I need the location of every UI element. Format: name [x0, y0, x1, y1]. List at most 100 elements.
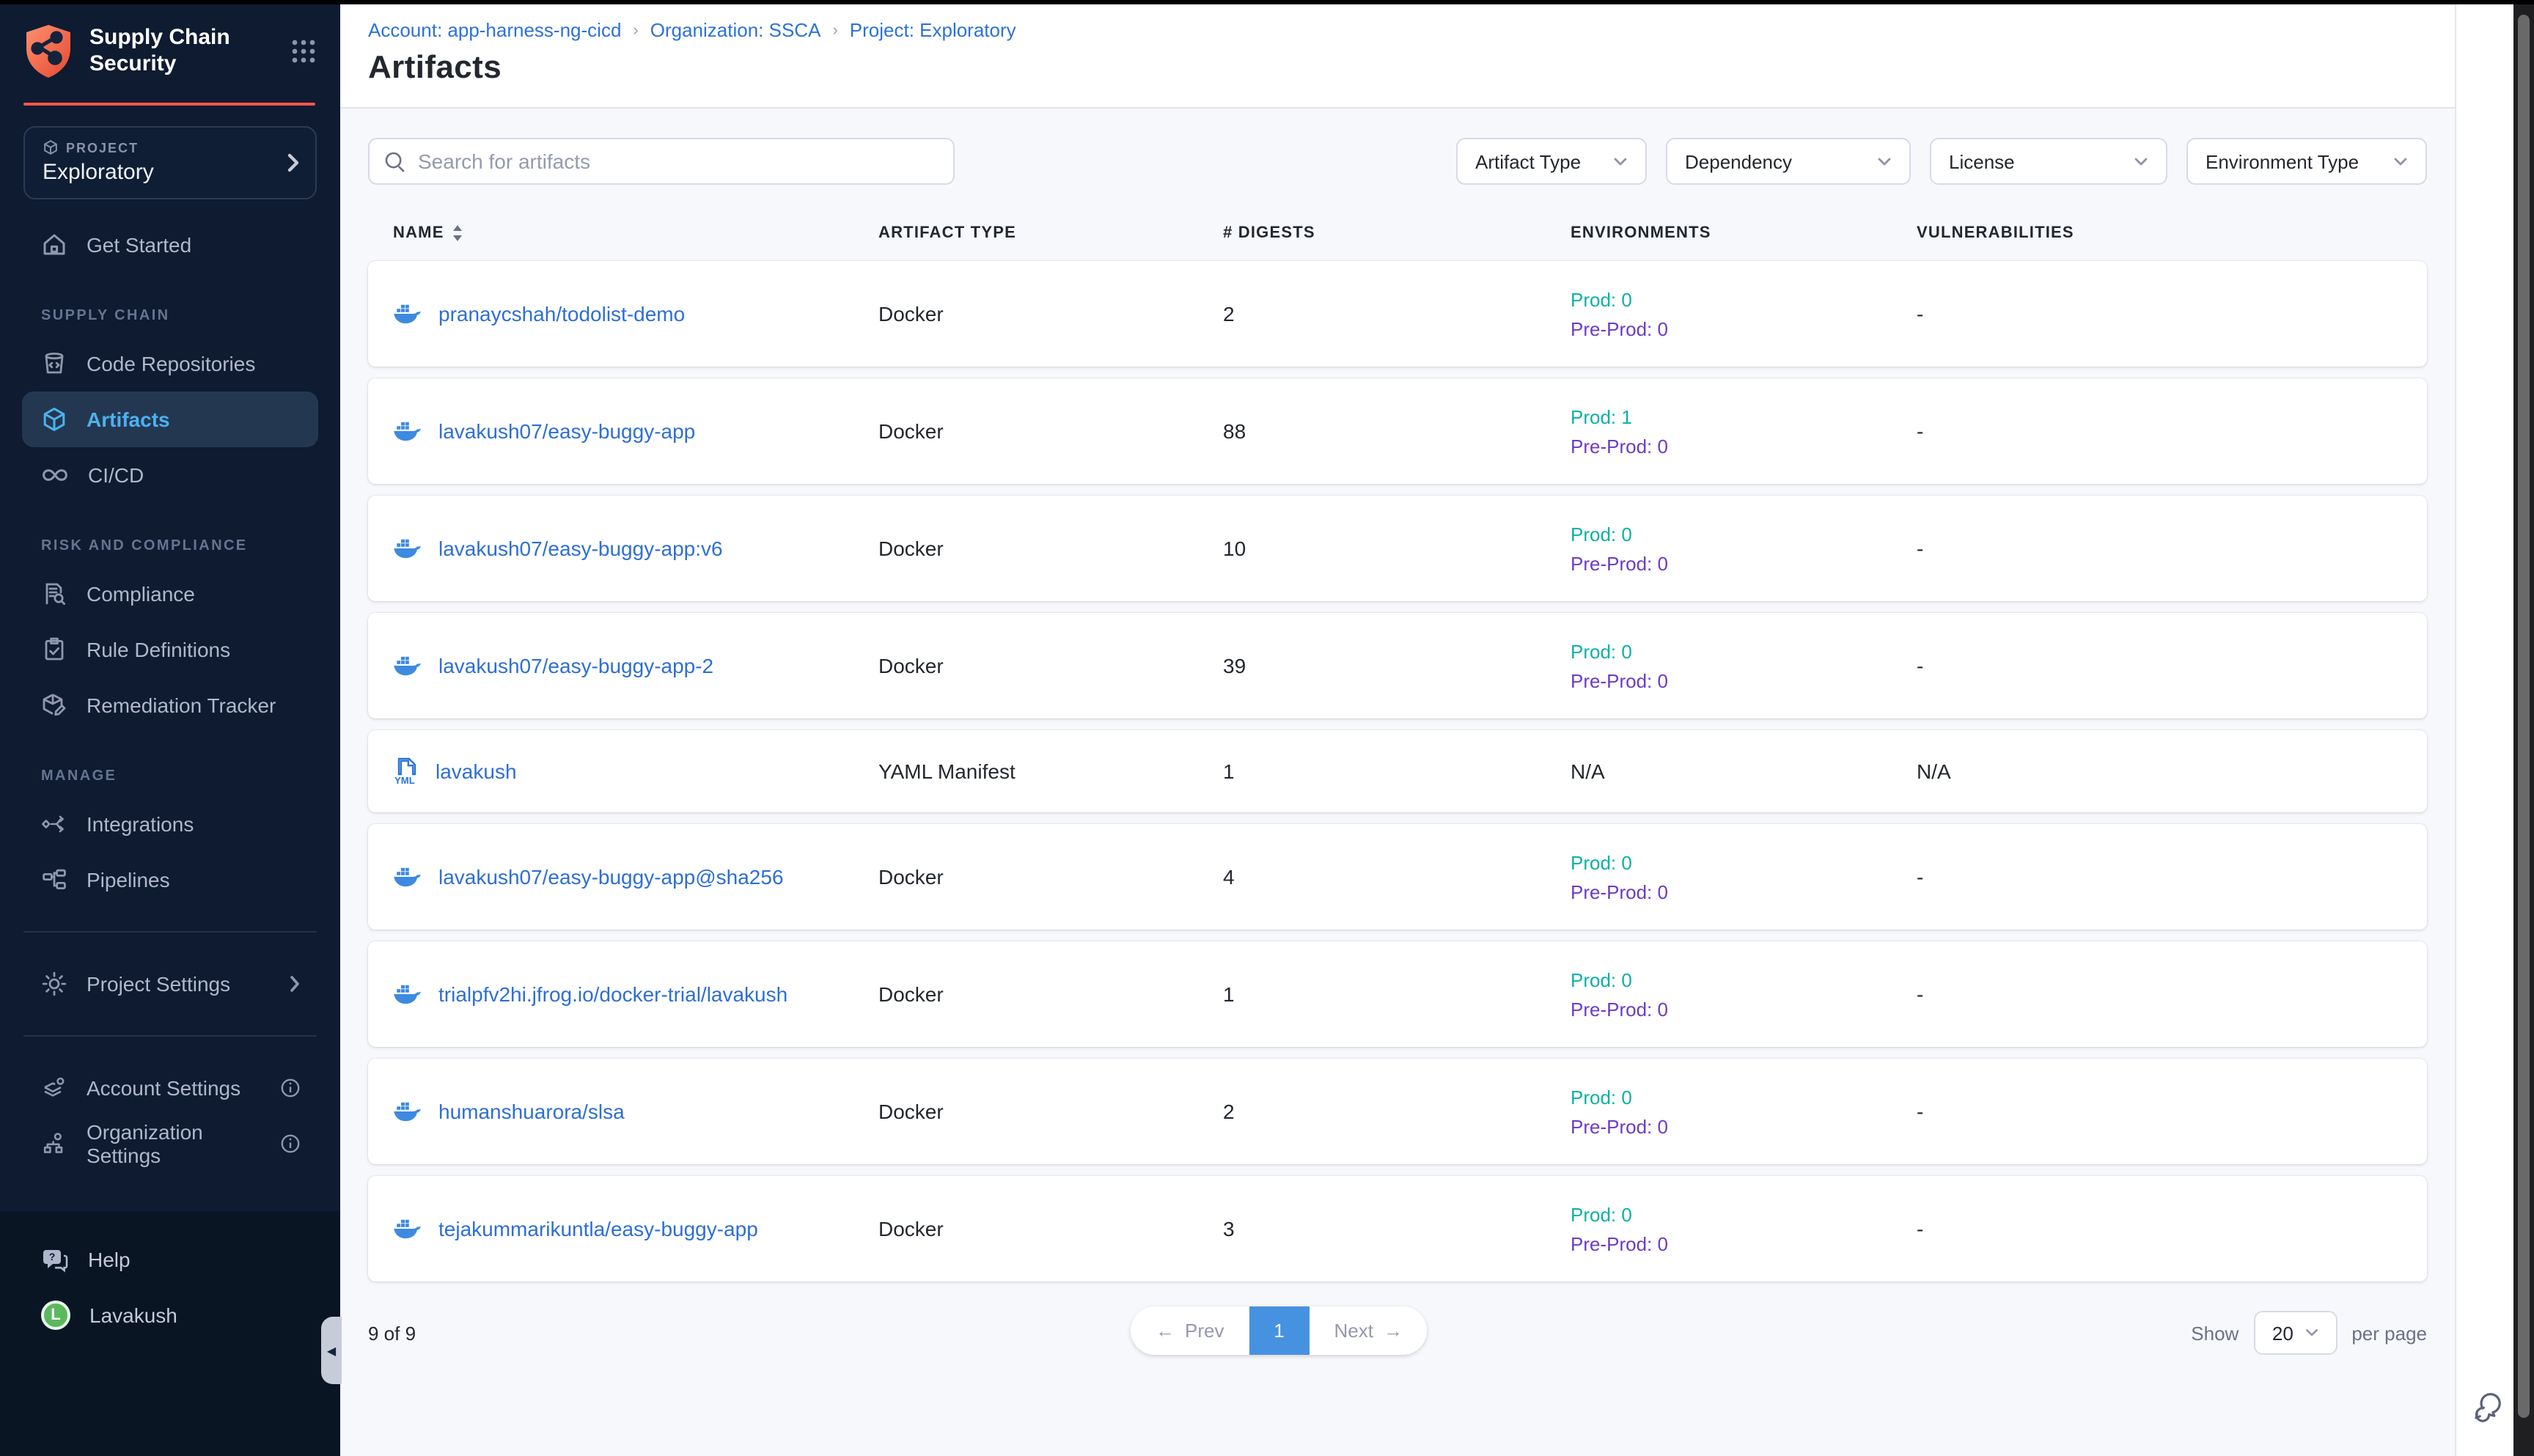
artifact-type-cell: Docker [878, 302, 1223, 326]
prod-count[interactable]: Prod: 0 [1571, 523, 1917, 545]
chevron-down-icon [2393, 156, 2408, 166]
sidebar-item-pipelines[interactable]: Pipelines [22, 852, 318, 908]
sidebar-item-compliance[interactable]: Compliance [22, 566, 318, 622]
preprod-count[interactable]: Pre-Prod: 0 [1571, 998, 1917, 1020]
artifact-type-cell: YAML Manifest [878, 760, 1223, 783]
prev-page-button[interactable]: ← Prev [1131, 1306, 1249, 1355]
prod-count[interactable]: Prod: 1 [1571, 405, 1917, 427]
sidebar-item-artifacts[interactable]: Artifacts [22, 391, 318, 447]
preprod-count[interactable]: Pre-Prod: 0 [1571, 435, 1917, 457]
page-header: Account: app-harness-ng-cicd › Organizat… [340, 0, 2455, 109]
preprod-count[interactable]: Pre-Prod: 0 [1571, 669, 1917, 691]
artifact-table: pranaycshah/todolist-demo Docker 2 Prod:… [368, 261, 2427, 1282]
vulnerabilities-cell: N/A [1917, 760, 2427, 783]
artifact-name-link[interactable]: tejakummarikuntla/easy-buggy-app [438, 1217, 758, 1240]
project-name: Exploratory [43, 160, 286, 185]
scrollbar-thumb[interactable] [2518, 15, 2530, 1418]
sidebar-item-label: Pipelines [87, 868, 170, 891]
artifact-name-link[interactable]: humanshuarora/slsa [438, 1100, 625, 1123]
filter-bar: Artifact Type Dependency License [1456, 138, 2427, 185]
infinity-icon [41, 462, 69, 488]
next-page-button[interactable]: Next → [1309, 1306, 1427, 1355]
artifact-name-link[interactable]: lavakush07/easy-buggy-app-2 [438, 654, 713, 677]
sidebar-item-integrations[interactable]: Integrations [22, 796, 318, 852]
page-title: Artifacts [368, 48, 2455, 87]
table-row[interactable]: tejakummarikuntla/easy-buggy-app Docker … [368, 1176, 2427, 1282]
sidebar-nav: Get Started SUPPLY CHAIN Code Repositori… [0, 199, 340, 1211]
filter-artifact-type[interactable]: Artifact Type [1456, 138, 1647, 185]
table-row[interactable]: lavakush07/easy-buggy-app Docker 88 Prod… [368, 378, 2427, 484]
filter-label: Environment Type [2206, 150, 2379, 172]
sidebar-item-get-started[interactable]: Get Started [22, 217, 318, 273]
toolbar: Artifact Type Dependency License [368, 138, 2427, 185]
table-row[interactable]: lavakush07/easy-buggy-app@sha256 Docker … [368, 824, 2427, 930]
artifact-name-link[interactable]: lavakush [436, 760, 517, 783]
artifact-name-link[interactable]: pranaycshah/todolist-demo [438, 302, 685, 326]
breadcrumb-project[interactable]: Project: Exploratory [850, 19, 1016, 41]
sidebar-item-label: Account Settings [87, 1076, 240, 1100]
sidebar-item-organization-settings[interactable]: Organization Settings [22, 1116, 318, 1172]
app-grid-icon[interactable] [290, 38, 317, 65]
help-button[interactable]: ? Help [0, 1232, 340, 1287]
sidebar-item-label: Organization Settings [87, 1120, 261, 1167]
page-size-select[interactable]: 20 [2253, 1311, 2337, 1355]
user-avatar: L [41, 1301, 70, 1330]
sidebar-item-rule-definitions[interactable]: Rule Definitions [22, 622, 318, 677]
table-row[interactable]: YML lavakush YAML Manifest 1 N/A N/A [368, 730, 2427, 812]
docker-icon [393, 1217, 422, 1240]
artifact-name-link[interactable]: lavakush07/easy-buggy-app@sha256 [438, 865, 784, 889]
prod-count[interactable]: Prod: 0 [1571, 968, 1917, 990]
preprod-count[interactable]: Pre-Prod: 0 [1571, 317, 1917, 339]
chevron-right-icon [289, 975, 301, 993]
sidebar-collapse-handle[interactable]: ◀ [321, 1317, 342, 1384]
sidebar-item-code-repositories[interactable]: Code Repositories [22, 336, 318, 391]
sidebar-item-project-settings[interactable]: Project Settings [22, 956, 318, 1012]
breadcrumb-organization[interactable]: Organization: SSCA [650, 19, 821, 41]
filter-license[interactable]: License [1930, 138, 2167, 185]
table-row[interactable]: lavakush07/easy-buggy-app:v6 Docker 10 P… [368, 496, 2427, 601]
page-number-button[interactable]: 1 [1249, 1306, 1309, 1355]
filter-label: Dependency [1685, 150, 1862, 172]
environments-cell: Prod: 0 Pre-Prod: 0 [1571, 523, 1917, 574]
preprod-count[interactable]: Pre-Prod: 0 [1571, 552, 1917, 574]
digests-cell: 1 [1223, 982, 1571, 1006]
chat-support-icon[interactable] [2467, 1389, 2503, 1424]
filter-environment-type[interactable]: Environment Type [2186, 138, 2427, 185]
preprod-count[interactable]: Pre-Prod: 0 [1571, 1115, 1917, 1137]
user-name: Lavakush [89, 1304, 177, 1327]
table-row[interactable]: pranaycshah/todolist-demo Docker 2 Prod:… [368, 261, 2427, 367]
info-icon[interactable] [280, 1078, 301, 1098]
page-scrollbar[interactable] [2513, 0, 2534, 1456]
prod-count[interactable]: Prod: 0 [1571, 851, 1917, 873]
cube-icon [43, 139, 59, 155]
sidebar-item-account-settings[interactable]: Account Settings [22, 1060, 318, 1116]
digests-cell: 39 [1223, 654, 1571, 677]
vulnerabilities-cell: - [1917, 302, 2427, 326]
sort-icon[interactable] [452, 224, 463, 242]
right-rail [2455, 0, 2513, 1456]
sidebar-item-remediation-tracker[interactable]: Remediation Tracker [22, 677, 318, 733]
column-header-name[interactable]: NAME [393, 224, 878, 242]
table-row[interactable]: trialpfv2hi.jfrog.io/docker-trial/lavaku… [368, 941, 2427, 1047]
project-selector[interactable]: PROJECT Exploratory [23, 126, 317, 199]
prod-count[interactable]: Prod: 0 [1571, 1203, 1917, 1225]
filter-dependency[interactable]: Dependency [1666, 138, 1911, 185]
prod-count[interactable]: Prod: 0 [1571, 288, 1917, 310]
info-icon[interactable] [280, 1133, 301, 1154]
arrow-right-icon: → [1384, 1320, 1403, 1342]
artifact-type-cell: Docker [878, 982, 1223, 1006]
table-row[interactable]: humanshuarora/slsa Docker 2 Prod: 0 Pre-… [368, 1059, 2427, 1164]
prod-count[interactable]: Prod: 0 [1571, 1086, 1917, 1108]
sidebar-item-cicd[interactable]: CI/CD [22, 447, 318, 503]
search-input[interactable] [418, 150, 939, 173]
artifact-name-link[interactable]: trialpfv2hi.jfrog.io/docker-trial/lavaku… [438, 982, 787, 1006]
environments-cell: Prod: 0 Pre-Prod: 0 [1571, 1203, 1917, 1254]
artifact-name-link[interactable]: lavakush07/easy-buggy-app:v6 [438, 537, 723, 560]
table-row[interactable]: lavakush07/easy-buggy-app-2 Docker 39 Pr… [368, 613, 2427, 718]
preprod-count[interactable]: Pre-Prod: 0 [1571, 1232, 1917, 1254]
artifact-name-link[interactable]: lavakush07/easy-buggy-app [438, 419, 695, 443]
user-menu[interactable]: L Lavakush [0, 1287, 340, 1343]
preprod-count[interactable]: Pre-Prod: 0 [1571, 880, 1917, 902]
breadcrumb-account[interactable]: Account: app-harness-ng-cicd [368, 19, 621, 41]
prod-count[interactable]: Prod: 0 [1571, 640, 1917, 662]
